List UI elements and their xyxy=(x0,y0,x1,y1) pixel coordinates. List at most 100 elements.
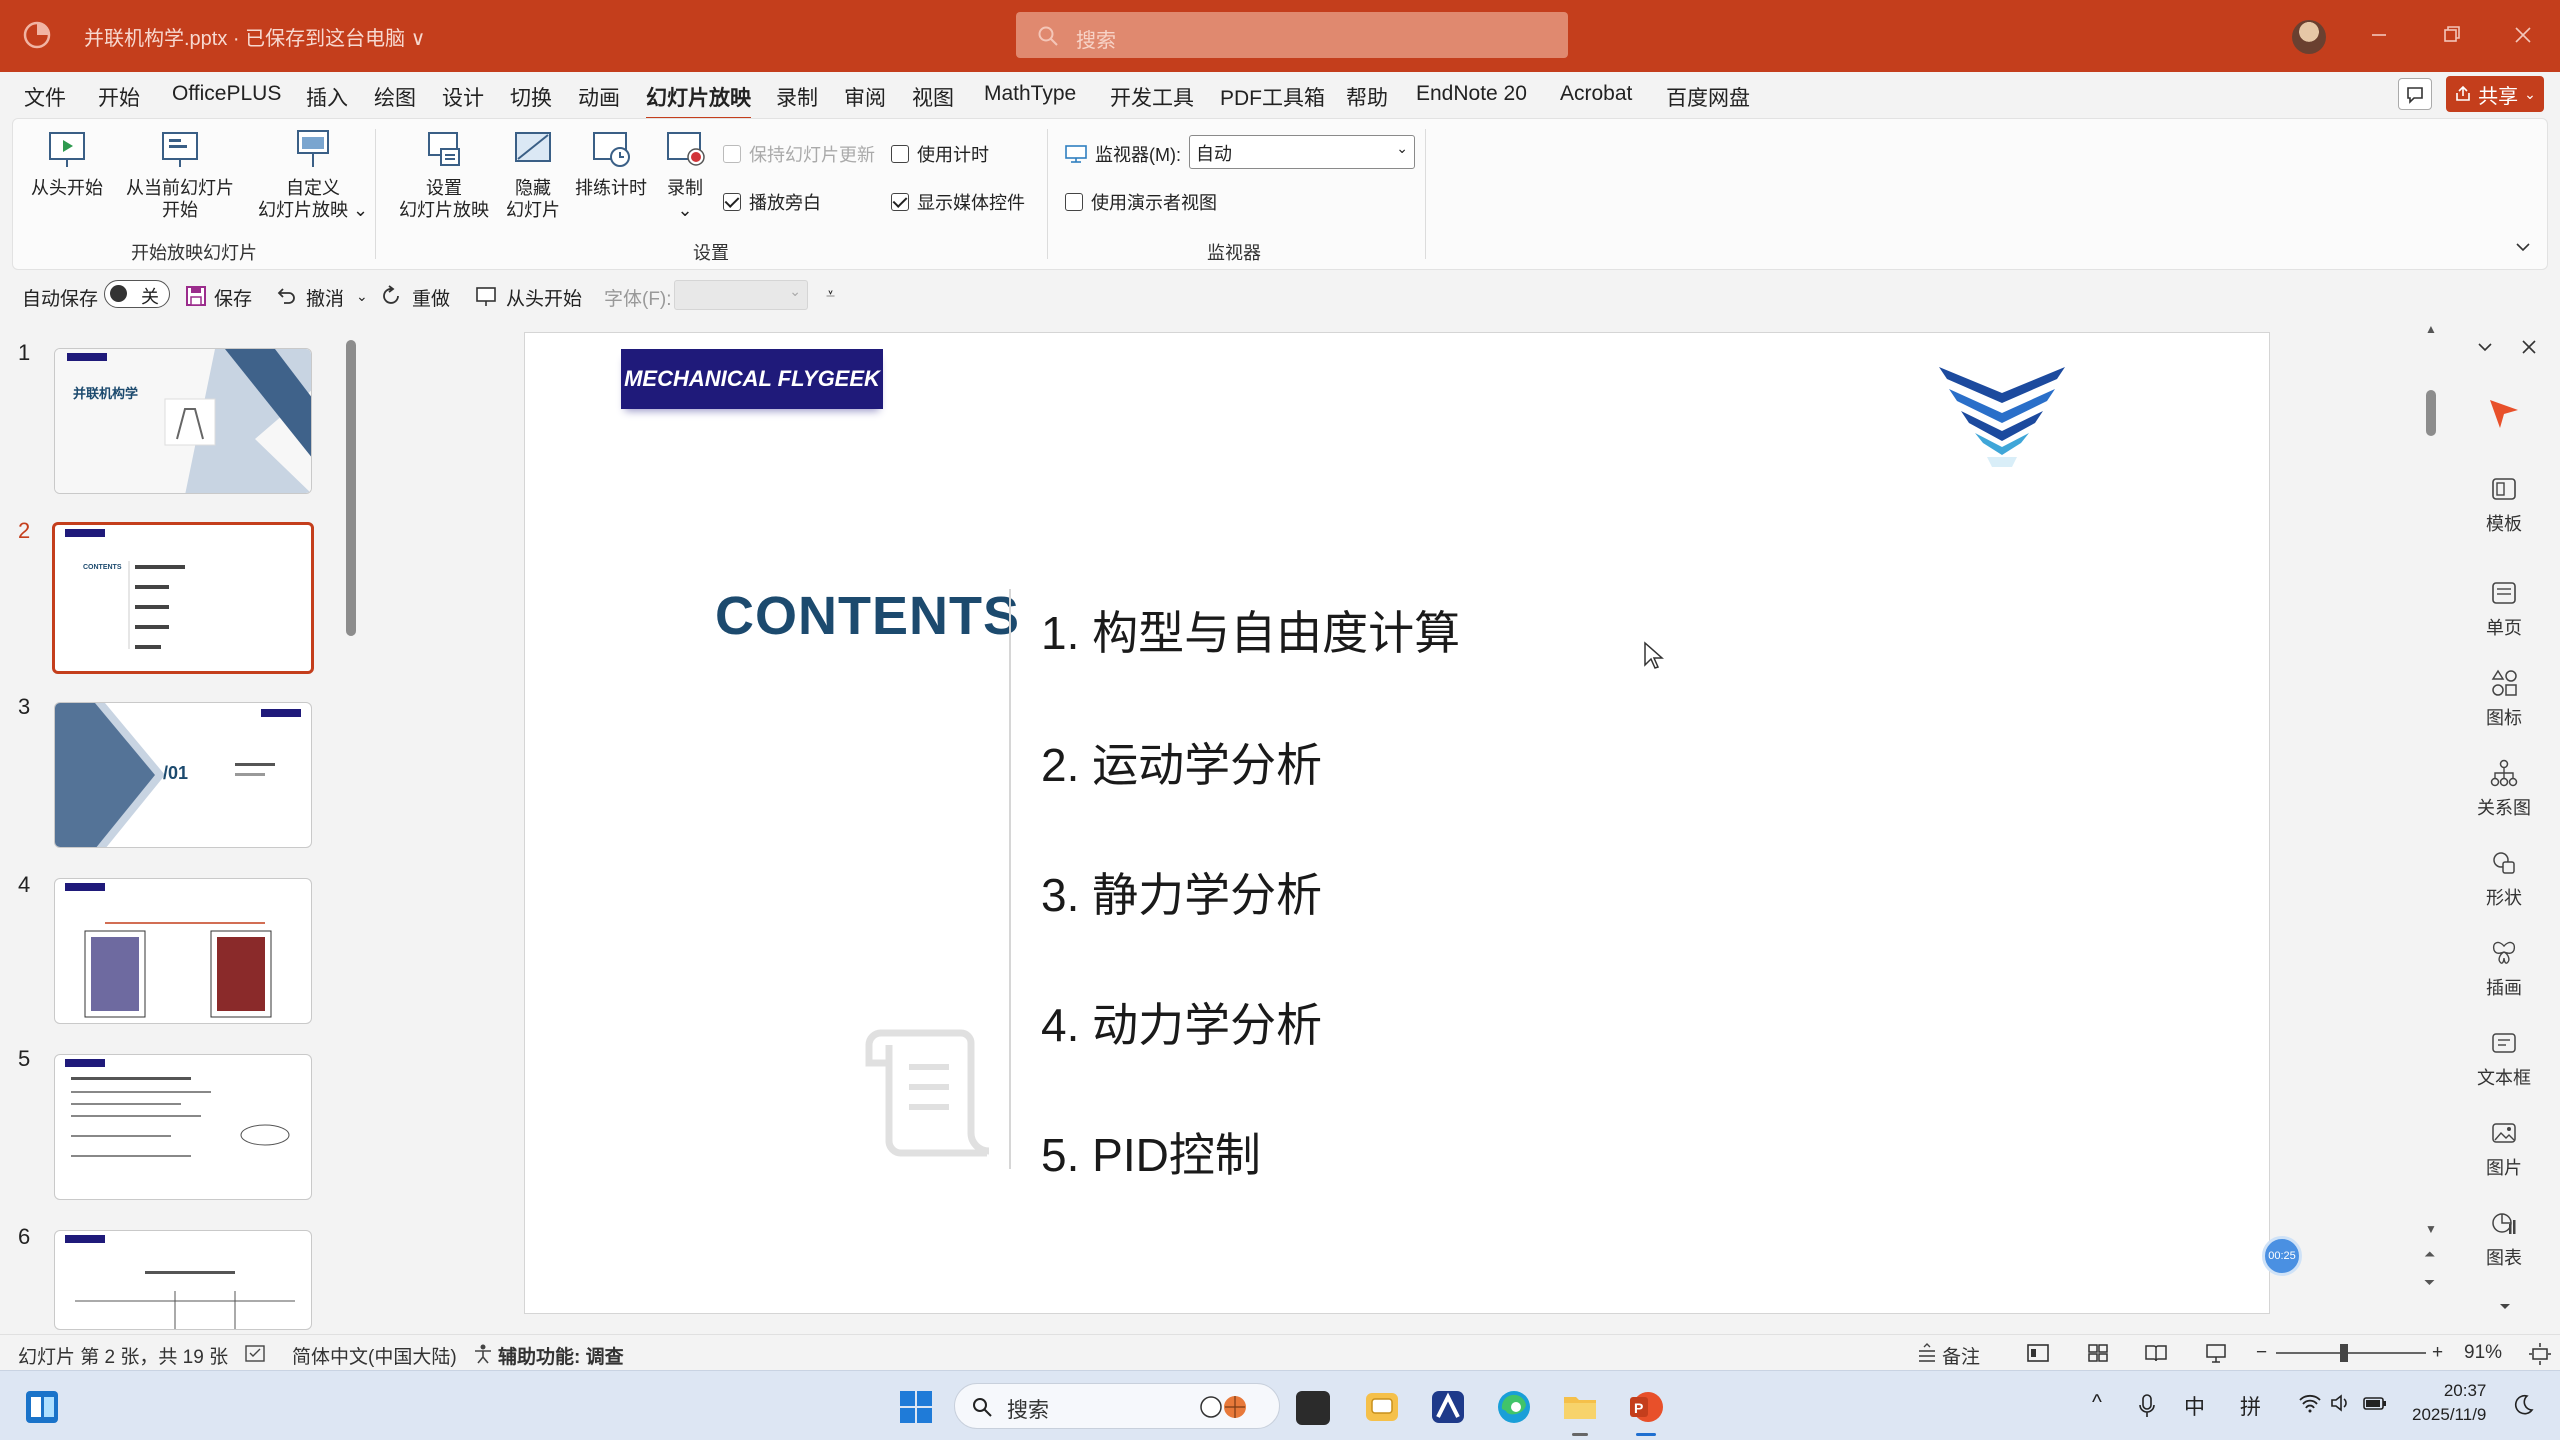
zoom-level[interactable]: 91% xyxy=(2464,1342,2502,1364)
next-slide-icon[interactable]: ⏷ xyxy=(2424,1274,2435,1291)
menu-mathtype[interactable]: MathType xyxy=(984,82,1076,106)
pane-charts[interactable]: 图表 xyxy=(2452,1208,2556,1270)
undo-button[interactable]: 撤消 xyxy=(306,284,344,311)
pane-textbox[interactable]: 文本框 xyxy=(2452,1028,2556,1090)
zoom-out-icon[interactable]: − xyxy=(2256,1342,2267,1364)
menu-transitions[interactable]: 切换 xyxy=(510,82,552,112)
pane-diagrams[interactable]: 关系图 xyxy=(2452,758,2556,820)
system-clock[interactable]: 20:37 2025/11/9 xyxy=(2412,1379,2486,1427)
pane-single-page[interactable]: 单页 xyxy=(2452,578,2556,640)
menu-acrobat[interactable]: Acrobat xyxy=(1560,82,1632,106)
chevron-down-icon[interactable] xyxy=(2474,336,2496,358)
slide-thumbnail-3[interactable]: /01 xyxy=(54,702,312,848)
notification-moon-icon[interactable] xyxy=(2512,1393,2534,1417)
redo-icon[interactable] xyxy=(380,284,404,308)
from-beginning-button[interactable]: 从头开始 xyxy=(27,127,107,199)
save-icon[interactable] xyxy=(184,284,208,308)
windows-start-icon[interactable] xyxy=(896,1387,936,1427)
autosave-toggle[interactable]: 关 xyxy=(104,280,170,308)
use-timings-checkbox[interactable]: 使用计时 xyxy=(891,141,989,167)
menu-help[interactable]: 帮助 xyxy=(1346,82,1388,112)
close-icon[interactable] xyxy=(2506,18,2540,52)
record-button[interactable]: 录制 ⌄ xyxy=(653,127,717,221)
ime-mode[interactable]: 中 xyxy=(2184,1391,2205,1421)
volume-icon[interactable] xyxy=(2330,1393,2352,1413)
menu-officeplus[interactable]: OfficePLUS xyxy=(172,82,281,106)
pane-more-icon[interactable] xyxy=(2496,1300,2514,1314)
menu-insert[interactable]: 插入 xyxy=(306,82,348,112)
slideshow-view-icon[interactable] xyxy=(2204,1341,2228,1365)
customize-qat-icon[interactable]: ⩡ xyxy=(826,286,835,304)
zoom-in-icon[interactable]: + xyxy=(2432,1342,2443,1364)
menu-home[interactable]: 开始 xyxy=(98,82,140,112)
powerpoint-taskbar-icon[interactable]: P xyxy=(1626,1387,1666,1427)
previous-slide-icon[interactable]: ⏶ xyxy=(2424,1246,2435,1263)
slide-scrollbar[interactable]: ▲ ▼ ⏶ ⏷ xyxy=(2424,322,2438,1326)
keep-slides-updated-checkbox[interactable]: 保持幻灯片更新 xyxy=(723,141,875,167)
user-avatar[interactable] xyxy=(2292,20,2326,54)
widgets-icon[interactable] xyxy=(22,1387,62,1427)
officeplus-logo-icon[interactable] xyxy=(2486,394,2522,430)
slide-sorter-icon[interactable] xyxy=(2086,1341,2110,1365)
restore-icon[interactable] xyxy=(2434,18,2468,52)
menu-baidu[interactable]: 百度网盘 xyxy=(1666,82,1750,112)
close-pane-icon[interactable] xyxy=(2518,336,2540,358)
language-indicator[interactable]: 简体中文(中国大陆) xyxy=(292,1342,457,1369)
document-title[interactable]: 并联机构学.pptx · 已保存到这台电脑 ∨ xyxy=(84,22,425,51)
custom-slideshow-button[interactable]: 自定义 幻灯片放映 ⌄ xyxy=(253,127,373,221)
slide-thumbnail-6[interactable] xyxy=(54,1230,312,1330)
slide-thumbnail-2[interactable]: CONTENTS xyxy=(52,522,314,674)
pane-icons[interactable]: 图标 xyxy=(2452,668,2556,730)
menu-developer[interactable]: 开发工具 xyxy=(1110,82,1194,112)
from-beginning-qat[interactable]: 从头开始 xyxy=(506,284,582,311)
powerpoint-app-icon[interactable] xyxy=(22,20,52,50)
menu-animations[interactable]: 动画 xyxy=(578,82,620,112)
app-blue-icon[interactable] xyxy=(1428,1387,1468,1427)
pane-illustrations[interactable]: 插画 xyxy=(2452,938,2556,1000)
fit-to-window-icon[interactable] xyxy=(2528,1342,2552,1366)
zoom-slider-thumb[interactable] xyxy=(2340,1344,2348,1362)
battery-icon[interactable] xyxy=(2362,1393,2388,1413)
collapse-ribbon-icon[interactable] xyxy=(2513,237,2533,257)
accessibility-status[interactable]: 辅助功能: 调查 xyxy=(498,1342,624,1369)
presenter-view-checkbox[interactable]: 使用演示者视图 xyxy=(1065,189,1217,215)
menu-draw[interactable]: 绘图 xyxy=(374,82,416,112)
pane-shapes[interactable]: 形状 xyxy=(2452,848,2556,910)
menu-endnote[interactable]: EndNote 20 xyxy=(1416,82,1527,106)
recording-timer-badge[interactable]: 00:25 xyxy=(2262,1236,2302,1276)
thumbnail-scrollbar[interactable] xyxy=(344,326,358,1330)
play-narration-checkbox[interactable]: 播放旁白 xyxy=(723,189,821,215)
from-current-slide-button[interactable]: 从当前幻灯片 开始 xyxy=(113,127,247,221)
ime-pinyin[interactable]: 拼 xyxy=(2240,1391,2261,1421)
wifi-icon[interactable] xyxy=(2298,1393,2322,1413)
chat-app-icon[interactable] xyxy=(1362,1387,1402,1427)
chevron-down-icon[interactable]: ⌄ xyxy=(356,288,368,305)
task-view-icon[interactable] xyxy=(1296,1391,1330,1425)
menu-pdf-tools[interactable]: PDF工具箱 xyxy=(1220,82,1325,112)
menu-slideshow[interactable]: 幻灯片放映 xyxy=(646,82,751,120)
pane-pictures[interactable]: 图片 xyxy=(2452,1118,2556,1180)
scrollbar-thumb[interactable] xyxy=(2426,390,2436,436)
scroll-down-arrow-icon[interactable]: ▼ xyxy=(2425,1222,2437,1236)
spellcheck-icon[interactable] xyxy=(244,1343,266,1365)
menu-view[interactable]: 视图 xyxy=(912,82,954,112)
notes-button[interactable]: 备注 xyxy=(1942,1342,1980,1369)
slide-thumbnail-4[interactable] xyxy=(54,878,312,1024)
scrollbar-thumb[interactable] xyxy=(346,340,356,636)
show-media-controls-checkbox[interactable]: 显示媒体控件 xyxy=(891,189,1025,215)
microphone-icon[interactable] xyxy=(2138,1393,2156,1419)
share-button[interactable]: 共享 ⌄ xyxy=(2446,76,2544,112)
undo-icon[interactable] xyxy=(274,284,298,308)
rehearse-timings-button[interactable]: 排练计时 xyxy=(569,127,653,199)
slide-canvas[interactable]: MECHANICAL FLYGEEK CONTENTS 1. 构型与自由度计算 … xyxy=(524,332,2270,1314)
setup-slideshow-button[interactable]: 设置 幻灯片放映 xyxy=(391,127,497,221)
menu-record[interactable]: 录制 xyxy=(776,82,818,112)
file-explorer-icon[interactable] xyxy=(1560,1387,1600,1427)
minimize-icon[interactable] xyxy=(2362,18,2396,52)
normal-view-icon[interactable] xyxy=(2026,1341,2050,1365)
reading-view-icon[interactable] xyxy=(2144,1341,2168,1365)
menu-review[interactable]: 审阅 xyxy=(844,82,886,112)
zoom-slider[interactable] xyxy=(2276,1344,2426,1362)
monitor-select[interactable]: 自动 ⌄ xyxy=(1189,135,1415,169)
slide-thumbnail-5[interactable] xyxy=(54,1054,312,1200)
